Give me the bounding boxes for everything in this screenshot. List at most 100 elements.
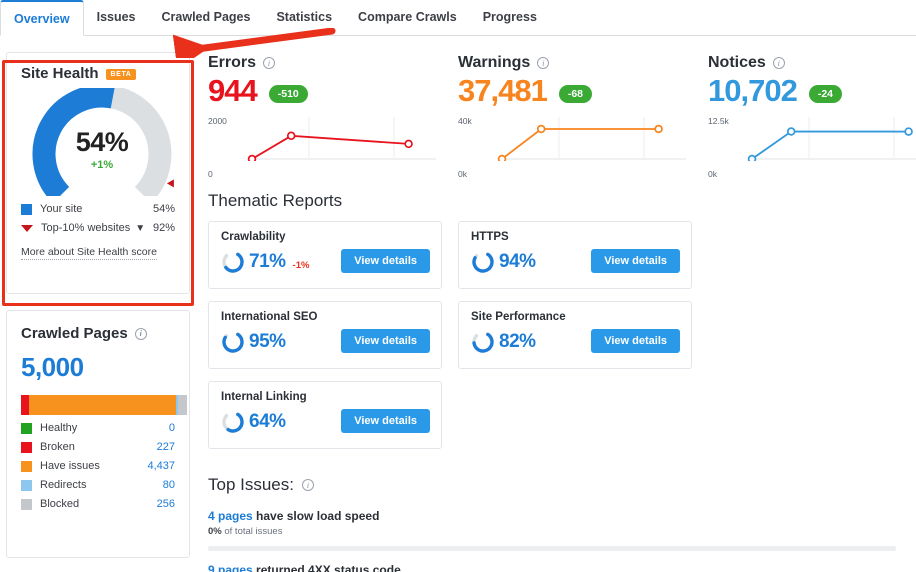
tab-statistics[interactable]: Statistics (263, 0, 345, 35)
top-issue-item[interactable]: 4 pages have slow load speed 0% of total … (208, 497, 916, 551)
top-issues-title: Top Issues: (208, 475, 294, 494)
thematic-card-percent: 94% (499, 251, 536, 272)
legend-label: Blocked (40, 498, 80, 510)
thematic-card-site-performance[interactable]: Site Performance 82% View details (458, 301, 692, 369)
tab-overview[interactable]: Overview (0, 0, 84, 36)
metric-name: Notices (708, 54, 766, 71)
top-issue-count[interactable]: 9 pages (208, 563, 253, 572)
metric-header: Warnings i (458, 54, 708, 72)
site-audit-overview-page: Overview Issues Crawled Pages Statistics… (0, 0, 916, 572)
view-details-button[interactable]: View details (591, 249, 680, 273)
crawled-legend-row[interactable]: Broken 227 (21, 441, 175, 453)
thematic-card-percent: 71% (249, 251, 286, 272)
site-health-panel: Site Health BETA 54% +1% Your site 54% T… (6, 52, 190, 294)
legend-label: Redirects (40, 479, 87, 491)
triangle-marker-icon (21, 224, 33, 232)
y-axis-top-label: 2000 (208, 116, 227, 126)
y-axis-top-label: 40k (458, 116, 472, 126)
metric-change-badge: -68 (558, 85, 593, 103)
thematic-card-name: Site Performance (471, 311, 566, 323)
thematic-card-name: HTTPS (471, 231, 509, 243)
donut-progress-icon (222, 411, 244, 433)
left-column: Site Health BETA 54% +1% Your site 54% T… (0, 42, 196, 558)
info-icon-crawled-pages[interactable]: i (134, 327, 147, 340)
metric-value-row: 944 -510 (208, 73, 458, 109)
metric-card-notices: Notices i 10,702 -24 12.5k 0k (708, 54, 916, 179)
metric-value: 37,481 (458, 73, 548, 108)
site-health-wrapper: Site Health BETA 54% +1% Your site 54% T… (0, 52, 196, 306)
view-details-button[interactable]: View details (341, 249, 430, 273)
info-icon-top-issues[interactable]: i (302, 479, 314, 491)
legend-value: 0 (168, 422, 175, 434)
tab-progress[interactable]: Progress (470, 0, 550, 35)
crawled-pages-legend: Healthy 0 Broken 227 Have issues 4,437 Redirec… (21, 422, 175, 510)
top-issues-list: 4 pages have slow load speed 0% of total … (196, 495, 916, 572)
legend-swatch-broken (21, 441, 32, 453)
y-axis-bottom-label: 0k (708, 169, 717, 179)
metric-sparkline: 40k 0k (458, 115, 686, 179)
crawled-legend-row[interactable]: Healthy 0 (21, 422, 175, 434)
metric-value: 944 (208, 73, 258, 108)
top-issue-count[interactable]: 4 pages (208, 509, 253, 523)
metric-header: Notices i (708, 54, 916, 72)
metric-sparkline: 2000 0 (208, 115, 436, 179)
metric-card-warnings: Warnings i 37,481 -68 40k 0k (458, 54, 708, 179)
metric-value-row: 10,702 -24 (708, 73, 916, 109)
y-axis-bottom-label: 0 (208, 169, 213, 179)
site-health-delta: +1% (90, 159, 114, 171)
y-axis-bottom-label: 0k (458, 169, 467, 179)
site-health-title-row: Site Health BETA (21, 65, 175, 82)
sparkline-svg (247, 117, 436, 161)
view-details-button[interactable]: View details (341, 409, 430, 433)
tab-compare-crawls[interactable]: Compare Crawls (345, 0, 470, 35)
donut-progress-icon (472, 331, 494, 353)
thematic-card-name: Crawlability (221, 231, 286, 243)
legend-swatch-have-issues (21, 460, 32, 472)
view-details-button[interactable]: View details (591, 329, 680, 353)
crawled-pages-panel: Crawled Pages i 5,000 Healthy 0 Broken 227 H… (6, 310, 190, 558)
crawled-legend-row[interactable]: Redirects 80 (21, 479, 175, 491)
thematic-card-crawlability[interactable]: Crawlability 71% -1% View details (208, 221, 442, 289)
tab-crawled-pages[interactable]: Crawled Pages (149, 0, 264, 35)
thematic-card-percent: 82% (499, 331, 536, 352)
legend-value: 80 (162, 479, 175, 491)
crawled-legend-row[interactable]: Blocked 256 (21, 498, 175, 510)
thematic-card-percent: 95% (249, 331, 286, 352)
legend-value-your-site: 54% (152, 203, 175, 215)
metric-change-badge: -24 (808, 85, 843, 103)
chevron-down-icon[interactable]: ▼ (135, 223, 145, 234)
top-issue-item[interactable]: 9 pages returned 4XX status code0% of to… (208, 551, 916, 572)
info-icon-warnings[interactable]: i (537, 57, 550, 69)
bar-segment-blocked (178, 395, 187, 415)
thematic-card-internal-linking[interactable]: Internal Linking 64% View details (208, 381, 442, 449)
legend-top10-websites[interactable]: Top-10% websites ▼ 92% (21, 222, 175, 234)
metric-header: Errors i (208, 54, 458, 72)
crawled-legend-row[interactable]: Have issues 4,437 (21, 460, 175, 472)
crawled-pages-title-row: Crawled Pages i (21, 325, 175, 342)
legend-label: Healthy (40, 422, 78, 434)
site-health-gauge: 54% +1% (17, 84, 187, 204)
metrics-row: Errors i 944 -510 2000 0 Warnings i 37,481 -68 40k… (196, 42, 916, 179)
thematic-card-https[interactable]: HTTPS 94% View details (458, 221, 692, 289)
thematic-card-international-seo[interactable]: International SEO 95% View details (208, 301, 442, 369)
crawled-pages-total: 5,000 (21, 352, 84, 382)
metric-name: Warnings (458, 54, 531, 71)
thematic-card-name: International SEO (221, 311, 318, 323)
top-issue-subtext: 0% of total issues (208, 526, 283, 537)
legend-label-your-site: Your site (40, 203, 83, 215)
tab-issues[interactable]: Issues (84, 0, 149, 35)
metric-sparkline: 12.5k 0k (708, 115, 916, 179)
info-icon-errors[interactable]: i (263, 57, 276, 69)
legend-swatch-redirects (21, 479, 32, 491)
site-health-score: 54% (75, 127, 129, 157)
crawled-pages-stacked-bar (21, 395, 187, 415)
metric-value: 10,702 (708, 73, 798, 108)
info-icon-notices[interactable]: i (772, 57, 785, 69)
thematic-reports-grid: Crawlability 71% -1% View details HTTPS 94% Vi… (196, 211, 916, 461)
top-issues-heading: Top Issues: i (196, 461, 916, 495)
right-column: Errors i 944 -510 2000 0 Warnings i 37,481 -68 40k… (196, 42, 916, 572)
gauge-center-labels: 54% +1% (17, 88, 187, 196)
more-about-site-health-link[interactable]: More about Site Health score (21, 246, 157, 260)
view-details-button[interactable]: View details (341, 329, 430, 353)
legend-your-site: Your site 54% (21, 203, 175, 215)
